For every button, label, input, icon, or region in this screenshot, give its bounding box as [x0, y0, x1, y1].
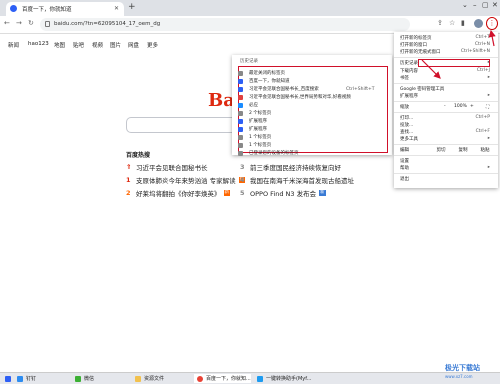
start-icon[interactable] [2, 374, 14, 383]
arrow-to-menu-icon [488, 29, 496, 47]
taskbar-explorer[interactable]: 资源文件 [132, 374, 164, 383]
taskbar-wechat[interactable]: 微信 [72, 374, 94, 383]
wechat-icon [75, 375, 81, 382]
annotation-arrows [421, 29, 496, 79]
converter-icon [257, 375, 263, 382]
taskbar-chrome[interactable]: 百度一下，你就知... [194, 374, 251, 383]
taskbar-dingtalk[interactable]: 钉钉 [14, 374, 36, 383]
taskbar-converter[interactable]: 一键转换助手(Myf... [254, 374, 311, 383]
watermark-logo: 极光下载站 [445, 364, 480, 372]
dingtalk-icon [17, 375, 23, 382]
chrome-icon [197, 375, 203, 382]
watermark-url: www.xz7.com [445, 374, 473, 379]
folder-icon [135, 375, 141, 382]
arrow-to-history [421, 59, 441, 79]
